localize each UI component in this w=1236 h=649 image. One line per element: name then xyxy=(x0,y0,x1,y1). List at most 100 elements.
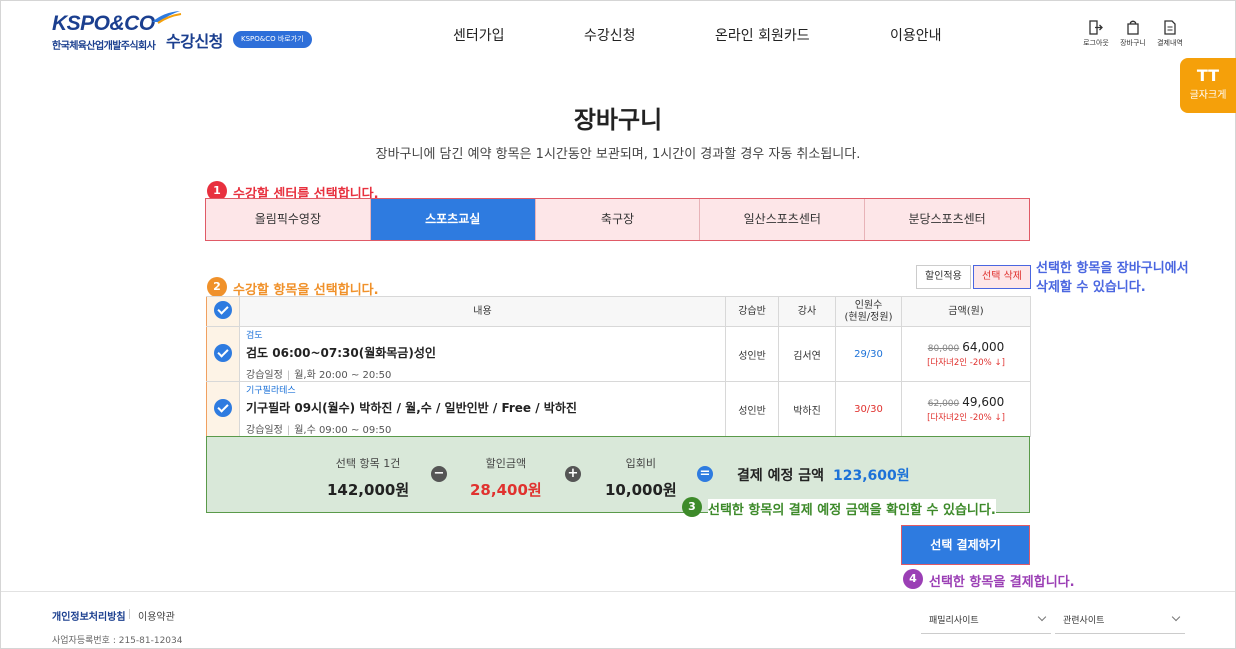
row-price: 80,000 64,000 [다자녀2인 -20% ↓] xyxy=(901,326,1031,382)
pay-selected-button[interactable]: 선택 결제하기 xyxy=(901,525,1030,565)
row-checkbox-cell[interactable] xyxy=(206,381,240,437)
row-class-name: 검도 06:00~07:30(월화목금)성인 xyxy=(246,345,436,360)
kspo-link-button[interactable]: KSPO&CO 바로가기 xyxy=(233,31,312,48)
row-checkbox-cell[interactable] xyxy=(206,326,240,382)
summary-selected: 선택 항목 1건 142,000원 xyxy=(327,455,409,500)
summary-fee: 입회비 10,000원 xyxy=(605,455,677,500)
col-header-class: 강습반 xyxy=(725,296,779,327)
logo-swoosh-icon xyxy=(152,11,182,24)
font-size-icon: TT xyxy=(1196,66,1220,85)
row-schedule: 강습일정 | 월,화 20:00 ~ 20:50 xyxy=(246,369,392,381)
row-price: 62,000 49,600 [다자녀2인 -20% ↓] xyxy=(901,381,1031,437)
row-category: 기구필라테스 xyxy=(246,385,296,396)
row-count: 30/30 xyxy=(835,381,902,437)
row-checkbox[interactable] xyxy=(214,343,232,362)
col-header-price: 금액(원) xyxy=(901,296,1031,327)
privacy-policy-link[interactable]: 개인정보처리방침 xyxy=(52,608,126,623)
annotation-badge-3: 3 xyxy=(682,497,702,517)
summary-selected-value: 142,000원 xyxy=(327,481,410,499)
select-all-checkbox[interactable] xyxy=(214,300,232,319)
logout-label: 로그아웃 xyxy=(1083,39,1109,47)
shopping-bag-icon xyxy=(1127,20,1139,35)
row-schedule-time: 월,수 09:00 ~ 09:50 xyxy=(294,424,392,436)
document-icon xyxy=(1164,20,1176,35)
annotation-text-4: 선택한 항목을 결제합니다. xyxy=(929,575,1075,590)
tab-ilsan-sports-center[interactable]: 일산스포츠센터 xyxy=(700,199,866,240)
family-site-select[interactable]: 패밀리사이트 xyxy=(921,609,1051,634)
summary-total-label: 결제 예정 금액 xyxy=(737,468,825,484)
nav-online-card[interactable]: 온라인 회원카드 xyxy=(715,25,810,45)
cart-table: 내용 강습반 강사 인원수 (현원/정원) 금액(원) 검도 검도 06:00~… xyxy=(206,296,1031,437)
summary-discount-label: 할인금액 xyxy=(485,457,527,470)
payment-history-label: 결제내역 xyxy=(1157,39,1183,47)
row-discount: [다자녀2인 -20% ↓] xyxy=(927,358,1005,368)
terms-link[interactable]: 이용약관 xyxy=(138,608,175,623)
plus-icon: + xyxy=(565,466,581,482)
row-category: 검도 xyxy=(246,330,263,341)
annotation-text-3: 선택한 항목의 결제 예정 금액을 확인할 수 있습니다. xyxy=(708,499,996,518)
row-group: 성인반 xyxy=(725,326,779,382)
logo[interactable]: KSPO&CO xyxy=(52,12,155,36)
business-registration: 사업자등록번호 : 215-81-12034 xyxy=(52,636,183,646)
row-discount: [다자녀2인 -20% ↓] xyxy=(927,413,1005,423)
row-final-price: 49,600 xyxy=(962,395,1005,409)
logo-subtitle: 한국체육산업개발주식회사 xyxy=(52,41,156,52)
chevron-down-icon xyxy=(1037,612,1047,622)
center-tabs: 올림픽수영장 스포츠교실 축구장 일산스포츠센터 분당스포츠센터 xyxy=(205,198,1030,241)
row-group: 성인반 xyxy=(725,381,779,437)
cart-label: 장바구니 xyxy=(1120,39,1146,47)
col-header-content: 내용 xyxy=(239,296,726,327)
row-class-name: 기구필라 09시(월수) 박하진 / 월,수 / 일반인반 / Free / 박… xyxy=(246,400,577,415)
summary-discount: 할인금액 28,400원 xyxy=(470,455,542,500)
annotation-badge-2: 2 xyxy=(207,277,227,297)
annotation-delete-line1: 선택한 항목을 장바구니에서 xyxy=(1036,261,1189,276)
row-content: 기구필라테스 기구필라 09시(월수) 박하진 / 월,수 / 일반인반 / F… xyxy=(239,381,726,437)
summary-selected-label: 선택 항목 1건 xyxy=(335,457,401,470)
nav-course-register[interactable]: 수강신청 xyxy=(584,25,636,45)
brand-title: 수강신청 xyxy=(166,32,223,51)
summary-fee-value: 10,000원 xyxy=(605,481,677,499)
summary-total-value: 123,600원 xyxy=(833,468,910,484)
row-schedule-time: 월,화 20:00 ~ 20:50 xyxy=(294,369,392,381)
delete-selected-button[interactable]: 선택 삭제 xyxy=(973,265,1031,289)
table-row: 검도 검도 06:00~07:30(월화목금)성인 강습일정 | 월,화 20:00… xyxy=(206,326,1031,382)
row-schedule-label: 강습일정 xyxy=(246,369,283,381)
select-all-cell[interactable] xyxy=(206,296,240,327)
row-schedule: 강습일정 | 월,수 09:00 ~ 09:50 xyxy=(246,424,392,436)
annotation-badge-4: 4 xyxy=(903,569,923,589)
table-header-row: 내용 강습반 강사 인원수 (현원/정원) 금액(원) xyxy=(206,296,1031,327)
row-checkbox[interactable] xyxy=(214,398,232,417)
minus-icon: − xyxy=(431,466,447,482)
related-site-select[interactable]: 관련사이트 xyxy=(1055,609,1185,634)
nav-center-join[interactable]: 센터가입 xyxy=(453,25,505,45)
equals-icon: = xyxy=(697,466,713,482)
row-schedule-label: 강습일정 xyxy=(246,424,283,436)
page-title: 장바구니 xyxy=(573,106,663,134)
tab-olympic-pool[interactable]: 올림픽수영장 xyxy=(206,199,371,240)
footer-divider xyxy=(1,591,1235,592)
family-site-label: 패밀리사이트 xyxy=(929,616,979,626)
apply-discount-button[interactable]: 할인적용 xyxy=(916,265,971,289)
logout-button[interactable]: 로그아웃 xyxy=(1079,20,1113,48)
row-final-price: 64,000 xyxy=(962,340,1005,354)
row-count: 29/30 xyxy=(835,326,902,382)
row-original-price: 62,000 xyxy=(927,399,960,409)
chevron-down-icon xyxy=(1171,612,1181,622)
summary-discount-value: 28,400원 xyxy=(470,481,542,499)
footer-separator xyxy=(129,609,130,619)
tab-soccer-field[interactable]: 축구장 xyxy=(536,199,701,240)
annotation-delete-line2: 삭제할 수 있습니다. xyxy=(1036,280,1146,295)
tab-bundang-sports-center[interactable]: 분당스포츠센터 xyxy=(865,199,1029,240)
nav-guide[interactable]: 이용안내 xyxy=(890,25,942,45)
cart-button[interactable]: 장바구니 xyxy=(1116,20,1150,48)
related-site-label: 관련사이트 xyxy=(1063,616,1105,626)
summary-fee-label: 입회비 xyxy=(625,457,657,470)
payment-history-button[interactable]: 결제내역 xyxy=(1153,20,1187,48)
row-original-price: 80,000 xyxy=(927,344,960,354)
col-header-count: 인원수 (현원/정원) xyxy=(835,296,902,327)
tab-sports-class[interactable]: 스포츠교실 xyxy=(370,199,536,240)
page-description: 장바구니에 담긴 예약 항목은 1시간동안 보관되며, 1시간이 경과할 경우 … xyxy=(375,147,861,162)
row-instructor: 박하진 xyxy=(778,381,836,437)
annotation-text-delete: 선택한 항목을 장바구니에서 삭제할 수 있습니다. xyxy=(1036,259,1189,297)
row-instructor: 김서연 xyxy=(778,326,836,382)
